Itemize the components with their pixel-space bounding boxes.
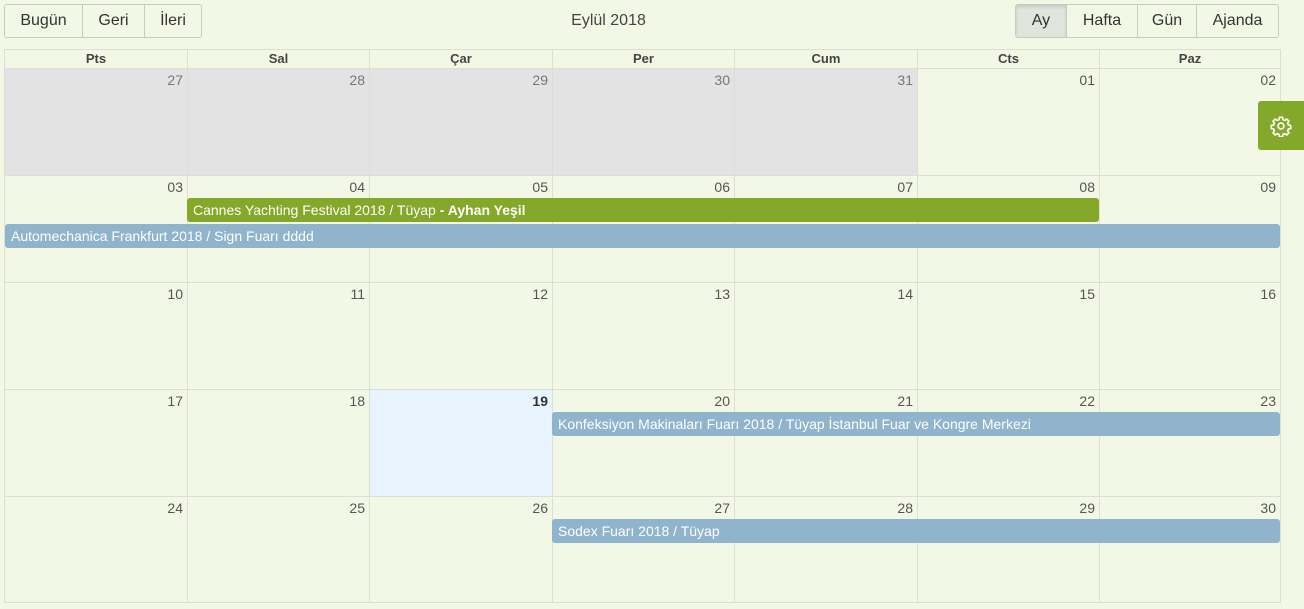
day-cell[interactable]: 01 — [917, 69, 1099, 175]
day-number: 26 — [532, 500, 548, 516]
settings-button[interactable] — [1258, 101, 1304, 150]
day-number: 15 — [1079, 286, 1095, 302]
day-cell[interactable]: 11 — [187, 283, 369, 389]
day-number: 27 — [714, 500, 730, 516]
weekday-header: Pts Sal Çar Per Cum Cts Paz — [5, 50, 1280, 69]
day-number: 03 — [167, 179, 183, 195]
weekday-thu: Per — [552, 50, 734, 68]
day-cell[interactable]: 20 — [552, 390, 734, 496]
day-number: 10 — [167, 286, 183, 302]
day-number: 20 — [714, 393, 730, 409]
day-cell[interactable]: 30 — [552, 69, 734, 175]
day-number: 29 — [1079, 500, 1095, 516]
day-number: 06 — [714, 179, 730, 195]
day-cell[interactable]: 10 — [5, 283, 187, 389]
gear-icon — [1270, 115, 1292, 137]
week-row: 17 18 19 20 21 22 23 Konfeksiyon Makinal… — [5, 390, 1280, 497]
day-cell[interactable]: 30 — [1099, 497, 1280, 603]
day-number: 25 — [349, 500, 365, 516]
day-number: 22 — [1079, 393, 1095, 409]
calendar-toolbar: Bugün Geri İleri Eylül 2018 Ay Hafta Gün… — [0, 0, 1304, 44]
day-cell[interactable]: 22 — [917, 390, 1099, 496]
day-cell[interactable]: 28 — [734, 497, 917, 603]
event-title: Cannes Yachting Festival 2018 / Tüyap — [193, 202, 436, 218]
day-number: 30 — [714, 72, 730, 88]
event-automechanica[interactable]: Automechanica Frankfurt 2018 / Sign Fuar… — [5, 224, 1280, 248]
day-number: 19 — [532, 393, 548, 409]
day-number: 28 — [897, 500, 913, 516]
day-number: 29 — [532, 72, 548, 88]
day-cell[interactable]: 18 — [187, 390, 369, 496]
day-cell[interactable]: 31 — [734, 69, 917, 175]
month-grid: Pts Sal Çar Per Cum Cts Paz 27 28 29 30 … — [4, 49, 1281, 603]
weekday-wed: Çar — [369, 50, 552, 68]
day-number: 05 — [532, 179, 548, 195]
day-cell[interactable]: 12 — [369, 283, 552, 389]
day-cell[interactable]: 29 — [917, 497, 1099, 603]
day-number: 04 — [349, 179, 365, 195]
day-cell[interactable]: 23 — [1099, 390, 1280, 496]
view-day-button[interactable]: Gün — [1137, 4, 1197, 38]
event-title: Konfeksiyon Makinaları Fuarı 2018 / Tüya… — [558, 416, 1031, 432]
week-row: 10 11 12 13 14 15 16 — [5, 283, 1280, 390]
view-buttons: Ay Hafta Gün Ajanda — [1015, 4, 1279, 38]
day-number: 31 — [897, 72, 913, 88]
day-cell[interactable]: 14 — [734, 283, 917, 389]
day-cell[interactable]: 27 — [552, 497, 734, 603]
event-sodex[interactable]: Sodex Fuarı 2018 / Tüyap — [552, 519, 1280, 543]
day-cell[interactable]: 27 — [5, 69, 187, 175]
weekday-fri: Cum — [734, 50, 917, 68]
view-month-button[interactable]: Ay — [1015, 4, 1067, 38]
week-row: 03 04 05 06 07 08 09 Cannes Yachting Fes… — [5, 176, 1280, 283]
day-number: 09 — [1260, 179, 1276, 195]
day-number: 08 — [1079, 179, 1095, 195]
day-number: 02 — [1260, 72, 1276, 88]
view-agenda-button[interactable]: Ajanda — [1196, 4, 1279, 38]
day-number: 27 — [167, 72, 183, 88]
day-cell[interactable]: 15 — [917, 283, 1099, 389]
weekday-sat: Cts — [917, 50, 1099, 68]
week-row: 27 28 29 30 31 01 02 — [5, 69, 1280, 176]
day-number: 17 — [167, 393, 183, 409]
weekday-mon: Pts — [85, 51, 107, 66]
day-number: 07 — [897, 179, 913, 195]
day-number: 30 — [1260, 500, 1276, 516]
view-week-button[interactable]: Hafta — [1066, 4, 1138, 38]
week-row: 24 25 26 27 28 29 30 Sodex Fuarı 2018 / … — [5, 497, 1280, 604]
day-cell[interactable]: 26 — [369, 497, 552, 603]
day-cell[interactable]: 28 — [187, 69, 369, 175]
day-cell[interactable]: 25 — [187, 497, 369, 603]
event-person: - Ayhan Yeşil — [435, 202, 526, 218]
day-cell[interactable]: 16 — [1099, 283, 1280, 389]
day-number: 01 — [1079, 72, 1095, 88]
event-konfeksiyon[interactable]: Konfeksiyon Makinaları Fuarı 2018 / Tüya… — [552, 412, 1280, 436]
day-cell[interactable]: 24 — [5, 497, 187, 603]
event-cannes-yachting[interactable]: Cannes Yachting Festival 2018 / Tüyap - … — [187, 198, 1099, 222]
day-cell[interactable]: 17 — [5, 390, 187, 496]
day-cell[interactable]: 02 — [1099, 69, 1280, 175]
day-number: 24 — [167, 500, 183, 516]
weekday-sun: Paz — [1099, 50, 1280, 68]
weekday-tue: Sal — [187, 50, 369, 68]
day-number: 14 — [897, 286, 913, 302]
day-number: 18 — [349, 393, 365, 409]
day-cell[interactable]: 13 — [552, 283, 734, 389]
day-cell[interactable]: 21 — [734, 390, 917, 496]
day-number: 13 — [714, 286, 730, 302]
day-number: 16 — [1260, 286, 1276, 302]
day-cell-today[interactable]: 19 — [369, 390, 552, 496]
day-number: 21 — [897, 393, 913, 409]
day-cell[interactable]: 29 — [369, 69, 552, 175]
event-title: Sodex Fuarı 2018 / Tüyap — [558, 523, 720, 539]
day-number: 12 — [532, 286, 548, 302]
event-title: Automechanica Frankfurt 2018 / Sign Fuar… — [11, 228, 314, 244]
day-number: 11 — [350, 286, 365, 302]
day-number: 28 — [349, 72, 365, 88]
day-number: 23 — [1260, 393, 1276, 409]
